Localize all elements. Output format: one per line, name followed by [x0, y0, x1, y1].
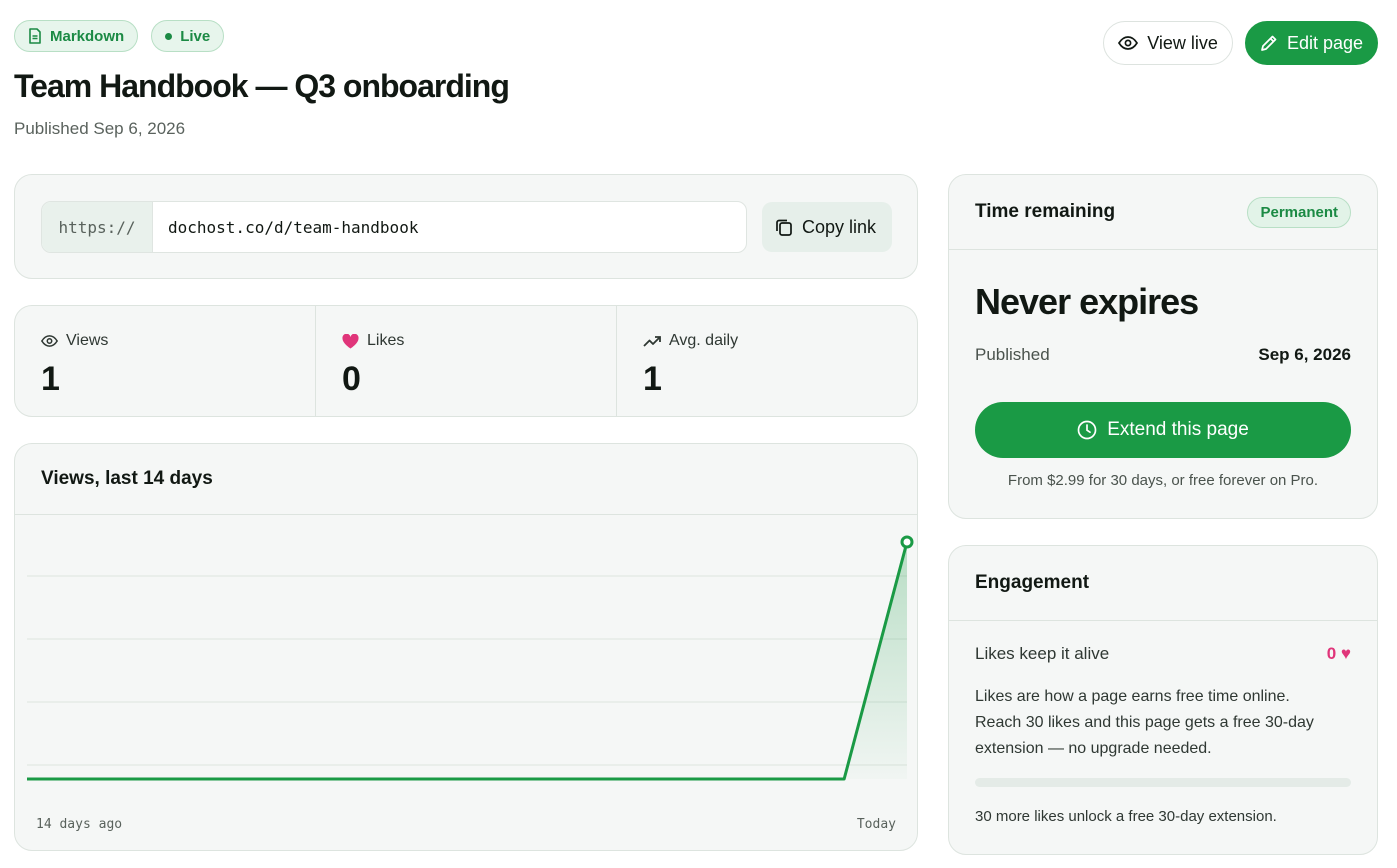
extend-page-label: Extend this page [1107, 419, 1249, 440]
share-link-field[interactable]: https:// dochost.co/d/team-handbook [41, 201, 747, 253]
view-live-button[interactable]: View live [1103, 21, 1233, 65]
edit-page-label: Edit page [1286, 32, 1363, 53]
stat-value: 1 [643, 360, 662, 398]
clock-icon [1077, 420, 1097, 440]
time-remaining-card: Time remaining Permanent Never expires P… [948, 174, 1378, 519]
stat-avg-daily: Avg. daily 1 [617, 306, 917, 416]
expiry-headline: Never expires [975, 281, 1199, 322]
likes-count: 0 ♥ [1326, 644, 1351, 663]
time-remaining-header: Time remaining Permanent [949, 175, 1377, 250]
live-badge-label: Live [180, 27, 211, 45]
chart-title: Views, last 14 days [41, 468, 213, 489]
heart-icon [342, 333, 359, 349]
engagement-header: Engagement [949, 546, 1377, 621]
likes-progress-bar [975, 778, 1351, 787]
chart-axis-end: Today [856, 817, 896, 832]
eye-icon [41, 335, 58, 347]
card-title: Engagement [975, 572, 1090, 593]
document-icon [28, 28, 42, 44]
edit-page-button[interactable]: Edit page [1244, 21, 1378, 65]
copy-link-label: Copy link [802, 216, 877, 237]
series-area [27, 542, 907, 779]
live-badge: Live [151, 20, 225, 52]
stats-card: Views 1 Likes 0 Avg. daily 1 [14, 305, 918, 417]
format-badge-label: Markdown [50, 27, 125, 45]
page-title: Team Handbook — Q3 onboarding [14, 68, 510, 104]
engagement-description: Likes are how a page earns free time onl… [975, 688, 1314, 757]
trend-up-icon [643, 335, 661, 347]
engagement-footer: 30 more likes unlock a free 30-day exten… [975, 808, 1277, 825]
copy-link-button[interactable]: Copy link [762, 202, 892, 252]
likes-row-label: Likes keep it alive [975, 644, 1110, 663]
likes-row: Likes keep it alive 0 ♥ [975, 644, 1351, 664]
copy-icon [774, 217, 794, 237]
pencil-icon [1260, 34, 1278, 52]
stat-value: 1 [41, 360, 60, 398]
stat-label: Likes [367, 332, 405, 349]
chart-axis-start: 14 days ago [36, 817, 123, 832]
format-badge: Markdown [14, 20, 139, 52]
extend-page-button[interactable]: Extend this page [975, 402, 1351, 458]
page-subtitle: Published Sep 6, 2026 [14, 119, 186, 138]
status-dot [165, 32, 173, 40]
stat-label: Avg. daily [669, 332, 739, 349]
views-chart-card: Views, last 14 days 14 days ago Today [14, 443, 918, 851]
published-label: Published [975, 345, 1050, 364]
stat-likes: Likes 0 [316, 306, 617, 416]
permanent-badge: Permanent [1247, 196, 1351, 228]
eye-icon [1118, 36, 1139, 50]
published-value: Sep 6, 2026 [1258, 345, 1351, 364]
published-row: Published Sep 6, 2026 [975, 345, 1351, 365]
share-link-card: https:// dochost.co/d/team-handbook Copy… [14, 174, 918, 279]
series-line [27, 541, 909, 781]
link-url[interactable]: dochost.co/d/team-handbook [153, 202, 418, 252]
data-point-today[interactable] [900, 535, 914, 549]
view-live-label: View live [1147, 32, 1218, 53]
stat-label: Views [66, 332, 109, 349]
link-protocol: https:// [42, 202, 153, 252]
stat-value: 0 [342, 360, 361, 398]
header-actions: View live Edit page [1103, 21, 1378, 65]
pricing-note: From $2.99 for 30 days, or free forever … [1007, 472, 1319, 489]
stat-views: Views 1 [15, 306, 316, 416]
card-title: Time remaining [975, 201, 1116, 222]
engagement-card: Engagement Likes keep it alive 0 ♥ Likes… [948, 545, 1378, 855]
views-chart [27, 535, 914, 781]
